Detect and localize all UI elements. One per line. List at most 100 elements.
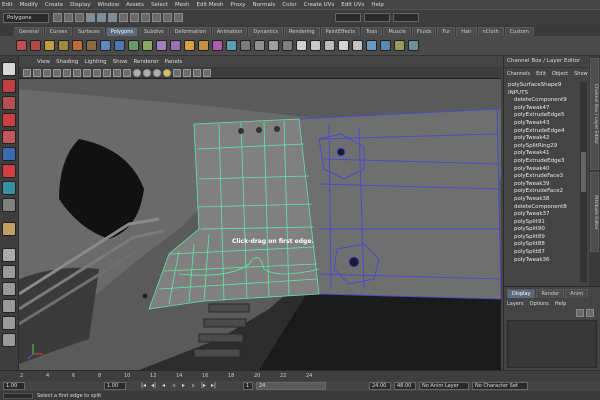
- shelf-tab-hair[interactable]: Hair: [456, 27, 477, 36]
- layer-list-area[interactable]: [507, 320, 597, 368]
- shelf-tab-dynamics[interactable]: Dynamics: [248, 27, 284, 36]
- menu-color[interactable]: Color: [282, 2, 296, 8]
- character-set-selector[interactable]: No Character Set: [472, 382, 528, 390]
- layer-menu-options[interactable]: Options: [530, 301, 549, 307]
- select-tool-icon[interactable]: [2, 62, 16, 76]
- play-forward-icon[interactable]: ▸: [179, 382, 188, 390]
- textured-icon[interactable]: [153, 68, 161, 77]
- step-forward-key-icon[interactable]: |▸: [199, 382, 208, 390]
- four-pane-layout-icon[interactable]: [2, 265, 16, 279]
- xray-icon[interactable]: [183, 68, 191, 77]
- select-object-icon[interactable]: [97, 13, 106, 22]
- select-hierarchy-icon[interactable]: [86, 13, 95, 22]
- history-node[interactable]: polySplit91: [508, 219, 588, 227]
- history-node[interactable]: polyTweak47: [508, 105, 588, 113]
- shelf-plane-icon[interactable]: [72, 40, 83, 51]
- transform-x-field[interactable]: [335, 13, 361, 22]
- snap-curve-icon[interactable]: [130, 13, 139, 22]
- shelf-tab-deformation[interactable]: Deformation: [169, 27, 211, 36]
- wireframe-on-shaded-icon[interactable]: [143, 68, 151, 77]
- layer-menu-layers[interactable]: Layers: [507, 301, 524, 307]
- shelf-extrude-icon[interactable]: [142, 40, 153, 51]
- shelf-history-icon[interactable]: [394, 40, 405, 51]
- shelf-bevel-icon[interactable]: [226, 40, 237, 51]
- go-to-end-icon[interactable]: ▸|: [209, 382, 218, 390]
- select-component-icon[interactable]: [108, 13, 117, 22]
- two-pane-layout-icon[interactable]: [2, 282, 16, 296]
- render-settings-icon[interactable]: [174, 13, 183, 22]
- shelf-tab-painteffects[interactable]: PaintEffects: [320, 27, 360, 36]
- isolate-select-icon[interactable]: [193, 68, 201, 77]
- layer-tab-render[interactable]: Render: [536, 289, 565, 298]
- range-start-field[interactable]: 1: [243, 382, 253, 390]
- shelf-tab-custom[interactable]: Custom: [504, 27, 534, 36]
- shelf-tab-fur[interactable]: Fur: [437, 27, 456, 36]
- history-node[interactable]: polySplit87: [508, 249, 588, 257]
- layer-tab-display[interactable]: Display: [507, 289, 536, 298]
- step-forward-icon[interactable]: ▹: [189, 382, 198, 390]
- current-time-field[interactable]: 1.00: [104, 382, 126, 390]
- shelf-bridge-icon[interactable]: [156, 40, 167, 51]
- menu-display[interactable]: Display: [70, 2, 90, 8]
- soft-mod-icon[interactable]: [2, 181, 16, 195]
- camera-attributes-icon[interactable]: [23, 68, 31, 77]
- shelf-reverse-icon[interactable]: [268, 40, 279, 51]
- channel-menu-show[interactable]: Show: [574, 71, 588, 77]
- panel-menu-panels[interactable]: Panels: [165, 59, 183, 65]
- shelf-sphere-icon[interactable]: [16, 40, 27, 51]
- transform-z-field[interactable]: [393, 13, 419, 22]
- shelf-tab-subdivs[interactable]: Subdivs: [139, 27, 169, 36]
- new-layer-icon[interactable]: [576, 309, 584, 317]
- shelf-freeze-icon[interactable]: [408, 40, 419, 51]
- channel-box-scrollbar[interactable]: [580, 82, 587, 282]
- shelf-append-icon[interactable]: [170, 40, 181, 51]
- shelf-delete-edge-icon[interactable]: [240, 40, 251, 51]
- scale-tool-icon[interactable]: [2, 147, 16, 161]
- shelf-tab-surfaces[interactable]: Surfaces: [73, 27, 105, 36]
- menu-proxy[interactable]: Proxy: [230, 2, 245, 8]
- layer-menu-help[interactable]: Help: [555, 301, 566, 307]
- shelf-uv-icon[interactable]: [282, 40, 293, 51]
- go-to-start-icon[interactable]: |◂: [139, 382, 148, 390]
- end-time-field[interactable]: 24.00: [369, 382, 391, 390]
- move-tool-icon[interactable]: [2, 113, 16, 127]
- channel-menu-object[interactable]: Object: [552, 71, 568, 77]
- history-node[interactable]: polySplit88: [508, 241, 588, 249]
- shelf-checker3-icon[interactable]: [324, 40, 335, 51]
- shelf-split-icon[interactable]: [184, 40, 195, 51]
- safe-title-icon[interactable]: [113, 68, 121, 77]
- time-slider[interactable]: 2 4 6 8 10 12 14 16 18 20 22 24: [0, 370, 600, 381]
- mel-command-field[interactable]: [3, 392, 33, 399]
- channel-menu-edit[interactable]: Edit: [536, 71, 546, 77]
- film-gate-icon[interactable]: [63, 68, 71, 77]
- channel-box-scroll-thumb[interactable]: [581, 152, 586, 192]
- layer-tab-anim[interactable]: Anim: [565, 289, 589, 298]
- shelf-tab-animation[interactable]: Animation: [211, 27, 248, 36]
- viewport[interactable]: Click-drag on first edge.: [19, 79, 501, 370]
- ipr-render-icon[interactable]: [163, 13, 172, 22]
- snap-grid-icon[interactable]: [119, 13, 128, 22]
- shelf-tab-polygons[interactable]: Polygons: [105, 27, 138, 36]
- play-back-icon[interactable]: ◃: [169, 382, 178, 390]
- lasso-tool-icon[interactable]: [2, 79, 16, 93]
- new-scene-icon[interactable]: [53, 13, 62, 22]
- shelf-tab-general[interactable]: General: [14, 27, 44, 36]
- history-node[interactable]: polyTweak38: [508, 196, 588, 204]
- playback-end-field[interactable]: 48.00: [394, 382, 416, 390]
- history-node[interactable]: polyTweak41: [508, 150, 588, 158]
- history-node[interactable]: polyExtrudeEdge4: [508, 128, 588, 136]
- shelf-merge-icon[interactable]: [212, 40, 223, 51]
- rotate-tool-icon[interactable]: [2, 130, 16, 144]
- shelf-mirror-icon[interactable]: [366, 40, 377, 51]
- menu-mesh[interactable]: Mesh: [175, 2, 189, 8]
- history-node[interactable]: polyExtrudeEdge3: [508, 158, 588, 166]
- history-node[interactable]: polyTweak39: [508, 181, 588, 189]
- gate-mask-icon[interactable]: [83, 68, 91, 77]
- shelf-separate-icon[interactable]: [114, 40, 125, 51]
- shelf-checker-icon[interactable]: [296, 40, 307, 51]
- step-back-key-icon[interactable]: ◂|: [149, 382, 158, 390]
- shelf-tab-rendering[interactable]: Rendering: [284, 27, 320, 36]
- panel-menu-view[interactable]: View: [37, 59, 50, 65]
- new-layer-selected-icon[interactable]: [586, 309, 594, 317]
- shelf-tab-ncloth[interactable]: nCloth: [477, 27, 504, 36]
